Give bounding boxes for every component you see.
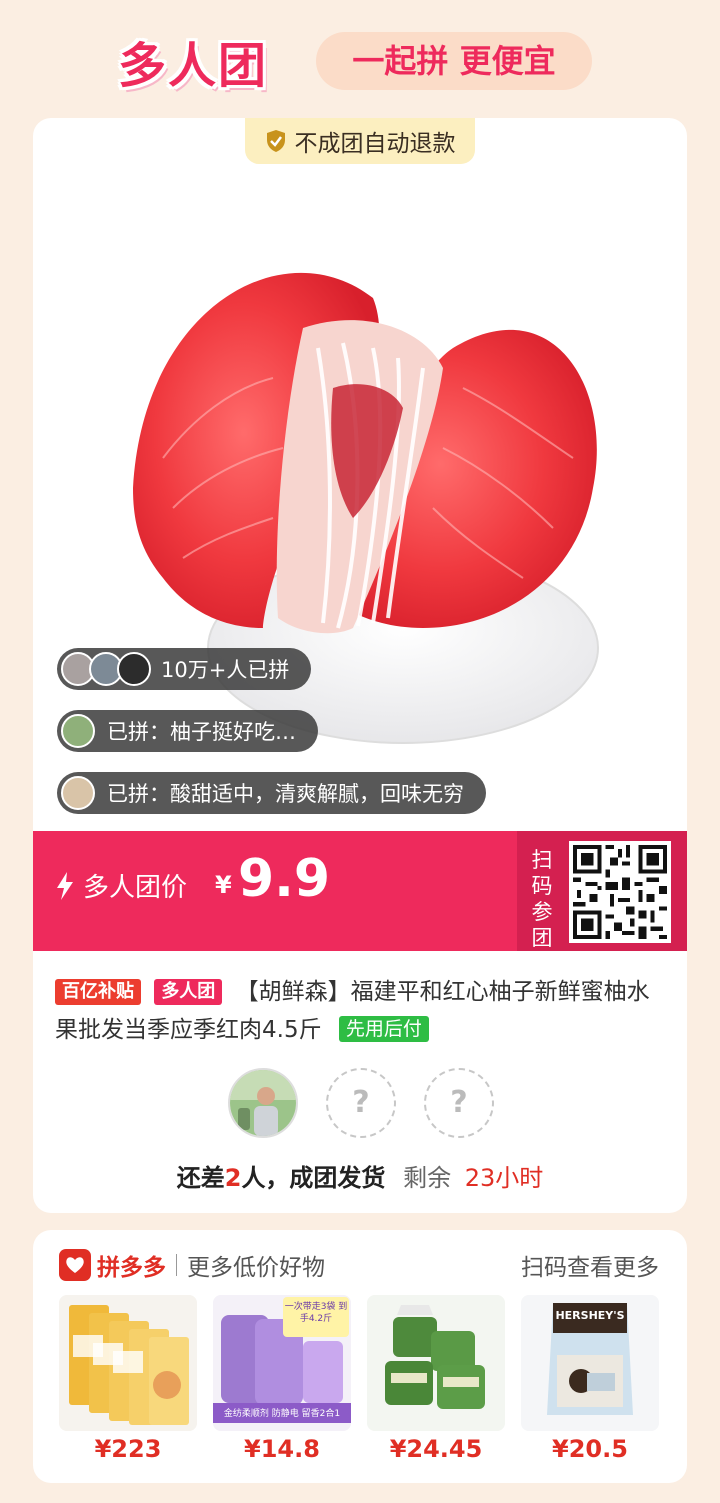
more-header: 拼多多 更多低价好物 [59,1248,325,1282]
more-subtitle: 更多低价好物 [187,1255,325,1281]
product-image-caption: 金纺柔顺剂 防静电 留香2合1 [223,1409,341,1419]
joined-count-pill: 10万+人已拼 [57,648,312,690]
review-text: 已拼：酸甜适中，清爽解腻，回味无穷 [107,782,464,806]
goods-price: ¥24.45 [389,1435,483,1463]
header: 多人团 一起拼 更便宜 [0,0,720,110]
status-prefix: 还差 [176,1164,225,1192]
goods-price: ¥20.5 [552,1435,628,1463]
joined-count-text: 10万+人已拼 [161,658,290,682]
avatar [61,714,95,748]
product-title-area[interactable]: 百亿补贴 多人团 【胡鲜森】福建平和红心柚子新鲜蜜柚水果批发当季应季红肉4.5斤… [55,973,667,1049]
fabric-softener-icon: 一次带走3袋 到手4.2斤 金纺柔顺剂 防静电 留香2合1 [213,1295,351,1431]
slogan-pill: 一起拼 更便宜 [316,32,592,90]
remaining-time: 23小时 [464,1164,544,1192]
review-pill: 已拼：柚子挺好吃… [57,710,318,752]
group-members: ? ? [33,1068,687,1148]
scan-more-link[interactable]: 扫码查看更多 [521,1248,659,1282]
price-label: 多人团价 [55,867,187,904]
goods-item[interactable]: ¥223 [59,1295,197,1463]
product-card[interactable]: 不成团自动退款 10万+人已拼 已拼：柚子挺好吃… 已拼：酸甜适中，清爽解腻，回… [33,118,687,1213]
refund-text: 不成团自动退款 [294,131,456,157]
price-bar: 多人团价 ¥ 9.9 扫码参团 [33,831,687,951]
more-products-card: 拼多多 更多低价好物 扫码查看更多 ¥223 一次带走3袋 到手4.2斤 金纺柔… [33,1230,687,1483]
member-avatar [228,1068,298,1138]
goods-item[interactable]: 一次带走3袋 到手4.2斤 金纺柔顺剂 防静电 留香2合1 ¥14.8 [213,1295,351,1463]
empty-member-slot[interactable]: ? [424,1068,494,1138]
cat-food-bags-icon [59,1295,197,1431]
divider [176,1254,177,1276]
avatar [117,652,151,686]
hersheys-cookies-bag-icon: HERSHEY'S [521,1295,659,1431]
price-label-text: 多人团价 [83,873,188,903]
qr-code-icon[interactable] [569,841,671,943]
goods-item[interactable]: ¥24.45 [367,1295,505,1463]
review-pill: 已拼：酸甜适中，清爽解腻，回味无穷 [57,772,486,814]
logo-multi-group: 多人团 [118,38,269,94]
goods-item[interactable]: HERSHEY'S ¥20.5 [521,1295,659,1463]
pinduoduo-logo-icon [59,1249,91,1281]
shield-check-icon [266,130,285,152]
refund-badge: 不成团自动退款 [245,118,475,164]
tag-pay-later: 先用后付 [338,1016,429,1042]
person-photo-icon [230,1070,296,1136]
currency-symbol: ¥ [215,871,232,899]
status-suffix: 人，成团发货 [241,1164,386,1192]
pinduoduo-brand: 拼多多 [97,1255,166,1281]
remaining-label: 剩余 [403,1164,452,1192]
status-count: 2 [224,1164,242,1192]
promo-banner: 一次带走3袋 到手4.2斤 [283,1297,349,1337]
group-status: 还差2人，成团发货 剩余 23小时 [33,1158,687,1193]
scan-join-text: 扫码参团 [531,848,553,950]
price-value: 9.9 [238,849,331,909]
empty-member-slot[interactable]: ? [326,1068,396,1138]
cotton-towel-rolls-icon [367,1295,505,1431]
brand-text: HERSHEY'S [555,1309,625,1322]
goods-price: ¥223 [94,1435,162,1463]
scan-join-box[interactable]: 扫码参团 [517,831,687,951]
tag-group: 多人团 [154,979,223,1005]
goods-price: ¥14.8 [244,1435,320,1463]
avatar [61,776,95,810]
lightning-icon [57,871,73,900]
tag-subsidy: 百亿补贴 [55,979,141,1005]
review-text: 已拼：柚子挺好吃… [107,720,296,744]
